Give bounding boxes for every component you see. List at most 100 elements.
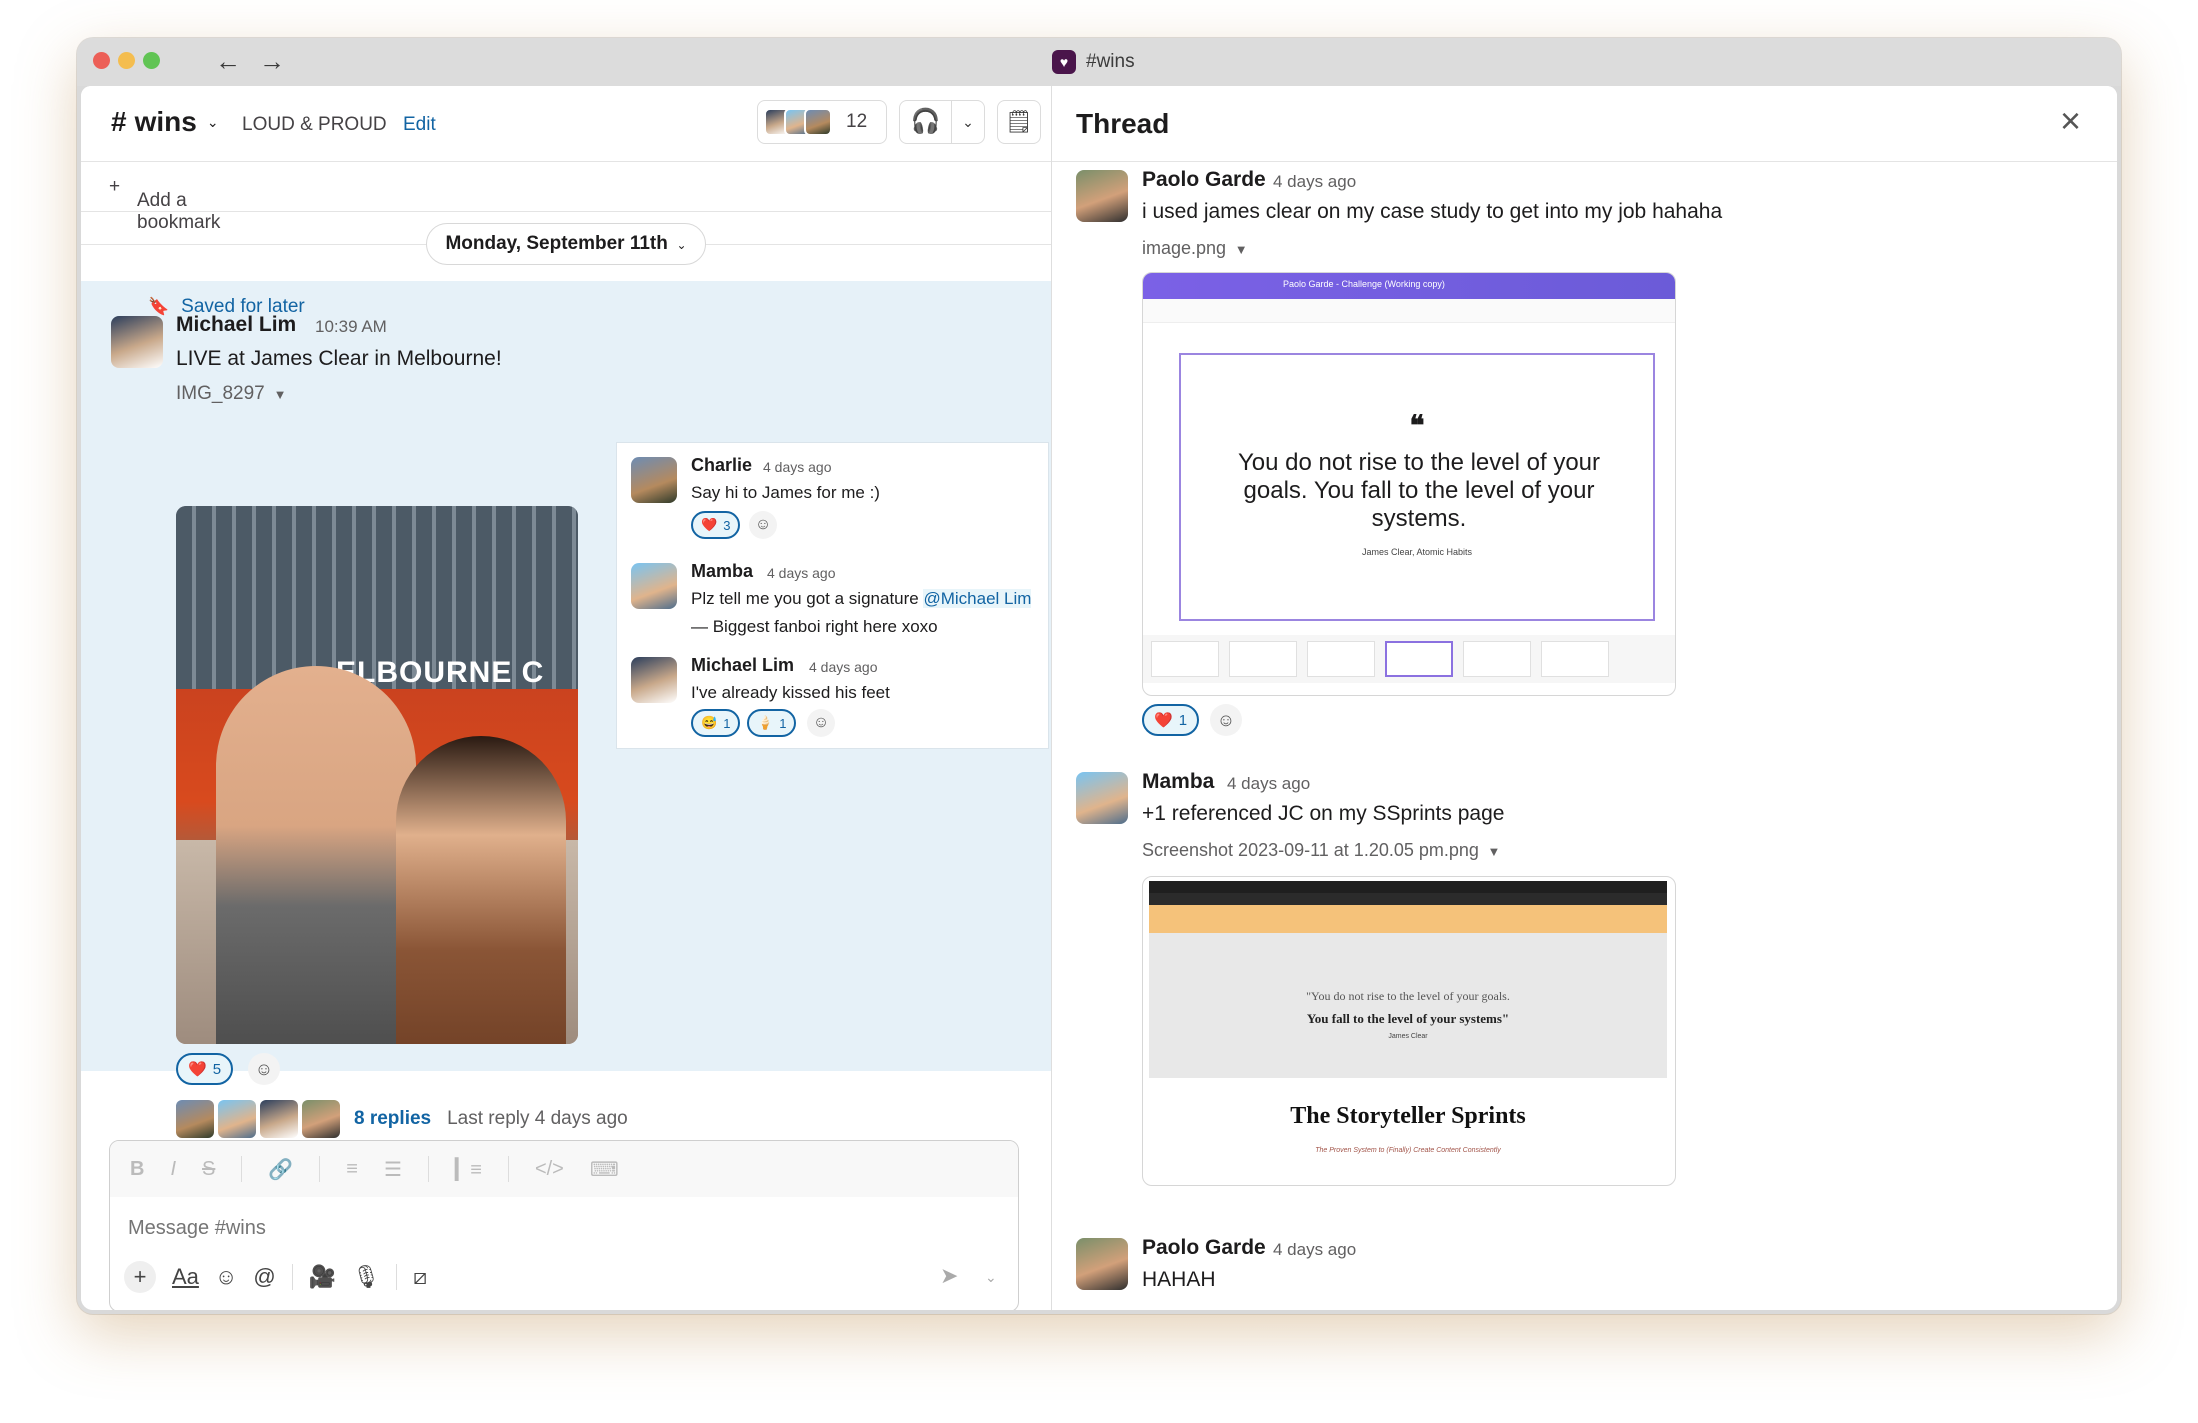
blockquote-icon[interactable]: ▎≡ [455,1157,482,1182]
message-input[interactable] [128,1217,728,1240]
screenshot-quote-source: James Clear [1388,1033,1428,1040]
video-icon[interactable]: 🎥 [309,1264,336,1290]
avatar[interactable] [631,657,677,703]
microphone-icon[interactable]: 🎙 [352,1264,380,1290]
heart-reaction[interactable]: ❤️ 1 [1142,704,1200,736]
plus-icon[interactable]: + [124,1261,156,1293]
close-icon[interactable]: × [2060,100,2081,142]
ice-cream-reaction[interactable]: 🍦 1 [747,709,797,737]
reply-timestamp[interactable]: 4 days ago [763,459,832,475]
app-window: ← → ♥ #wins # wins ⌄ LOUD & PROUD Edit 1… [77,38,2121,1314]
add-reaction-icon[interactable]: ☺ [749,511,777,539]
headphones-icon[interactable]: 🎧 [900,100,952,144]
file-label[interactable]: Screenshot 2023-09-11 at 1.20.05 pm.png … [1142,840,1500,861]
channel-name-button[interactable]: # wins ⌄ [111,106,219,138]
date-divider-button[interactable]: Monday, September 11th ⌄ [426,223,706,265]
slide-thumbnail [1385,641,1453,677]
canvas-icon[interactable]: 🗒 [997,100,1041,144]
add-bookmark-button[interactable]: + Add a bookmark [109,176,220,233]
slash-command-icon[interactable]: ⧄ [413,1264,427,1290]
channel-pane: # wins ⌄ LOUD & PROUD Edit 12 🎧 ⌄ 🗒 + Ad… [81,86,1051,1310]
slide-thumbnail [1541,641,1609,677]
message-author[interactable]: Paolo Garde [1142,168,1266,192]
message-timestamp[interactable]: 10:39 AM [315,317,387,337]
photo-person [396,736,566,1044]
replies-link[interactable]: 8 replies [354,1108,431,1130]
avatar[interactable] [1076,772,1128,824]
screenshot-heading: The Storyteller Sprints [1290,1103,1526,1129]
message-timestamp[interactable]: 4 days ago [1273,172,1356,192]
sweat-smile-icon: 😅 [701,715,718,730]
strikethrough-icon[interactable]: S [202,1158,215,1181]
heart-icon: ❤️ [1154,712,1173,729]
mention-icon[interactable]: @ [253,1264,275,1290]
thread-replies-row[interactable]: 8 replies Last reply 4 days ago [176,1100,628,1138]
back-arrow-icon[interactable]: ← [215,46,241,77]
chevron-down-icon: ⌄ [673,238,687,252]
ordered-list-icon[interactable]: ≡ [346,1158,358,1181]
heart-reaction[interactable]: ❤️ 5 [176,1053,234,1085]
reply-author[interactable]: Charlie [691,455,752,476]
ice-cream-icon: 🍦 [757,715,774,730]
message-text: i used james clear on my case study to g… [1142,200,1723,223]
chevron-down-icon[interactable]: ⌄ [985,1269,997,1286]
reaction-count: 3 [723,517,731,533]
attached-photo[interactable]: ELBOURNE C [176,506,578,1044]
italic-icon[interactable]: I [170,1158,176,1181]
file-label[interactable]: IMG_8297 ▼ [176,383,287,405]
format-toggle-icon[interactable]: Aa [172,1264,199,1290]
avatar[interactable] [631,457,677,503]
message-author[interactable]: Michael Lim [176,313,296,337]
user-mention[interactable]: @Michael Lim [923,589,1032,608]
message-author[interactable]: Paolo Garde [1142,1236,1266,1260]
reply-author[interactable]: Mamba [691,561,753,582]
link-icon[interactable]: 🔗 [268,1157,293,1182]
screenshot-quote-line: "You do not rise to the level of your go… [1306,989,1510,1003]
chevron-down-icon[interactable]: ⌄ [952,114,984,131]
reaction-count: 1 [1178,711,1188,729]
add-reaction-icon[interactable]: ☺ [248,1053,280,1085]
reply-timestamp[interactable]: 4 days ago [767,565,836,581]
reply-timestamp[interactable]: 4 days ago [809,659,878,675]
send-icon[interactable]: ➤ [940,1263,958,1289]
add-reaction-icon[interactable]: ☺ [1210,704,1242,736]
heart-icon: ❤️ [701,517,718,532]
bullet-list-icon[interactable]: ☰ [384,1157,402,1182]
file-label[interactable]: image.png ▼ [1142,238,1248,259]
message-author[interactable]: Mamba [1142,770,1214,794]
edit-topic-link[interactable]: Edit [403,114,436,136]
bookmark-bar: + Add a bookmark [81,162,1051,233]
toolbar-divider [291,1264,293,1290]
thread-header: Thread × [1052,86,2117,162]
formatting-toolbar: B I S 🔗 ≡ ☰ ▎≡ </> ⌨ [110,1141,1018,1197]
avatar[interactable] [1076,170,1128,222]
bold-icon[interactable]: B [130,1158,144,1181]
huddle-button[interactable]: 🎧 ⌄ [899,100,985,144]
minimize-window-button[interactable] [118,52,135,69]
heart-icon: ❤️ [188,1061,207,1078]
reply-avatar [176,1100,214,1138]
thread-title: Thread [1076,108,1170,139]
avatar[interactable] [111,316,163,368]
add-reaction-icon[interactable]: ☺ [807,709,835,737]
code-block-icon[interactable]: ⌨ [590,1157,619,1182]
message-timestamp[interactable]: 4 days ago [1273,1240,1356,1260]
zoom-window-button[interactable] [143,52,160,69]
code-icon[interactable]: </> [535,1158,564,1181]
attached-slide-image[interactable]: Paolo Garde - Challenge (Working copy) ❝… [1142,272,1676,696]
avatar[interactable] [631,563,677,609]
avatar[interactable] [1076,1238,1128,1290]
composer-tools: + Aa ☺ @ 🎥 🎙 ⧄ [124,1261,427,1293]
chevron-down-icon: ⌄ [206,113,219,130]
members-button[interactable]: 12 [757,100,887,144]
reply-author[interactable]: Michael Lim [691,655,794,676]
attached-screenshot[interactable]: "You do not rise to the level of your go… [1142,876,1676,1186]
reply-avatar [302,1100,340,1138]
emoji-icon[interactable]: ☺ [215,1264,237,1290]
laughing-reaction[interactable]: 😅 1 [691,709,741,737]
slide-thumbnail [1229,641,1297,677]
message-timestamp[interactable]: 4 days ago [1227,774,1310,794]
heart-reaction[interactable]: ❤️ 3 [691,511,741,539]
close-window-button[interactable] [93,52,110,69]
forward-arrow-icon[interactable]: → [259,46,285,77]
